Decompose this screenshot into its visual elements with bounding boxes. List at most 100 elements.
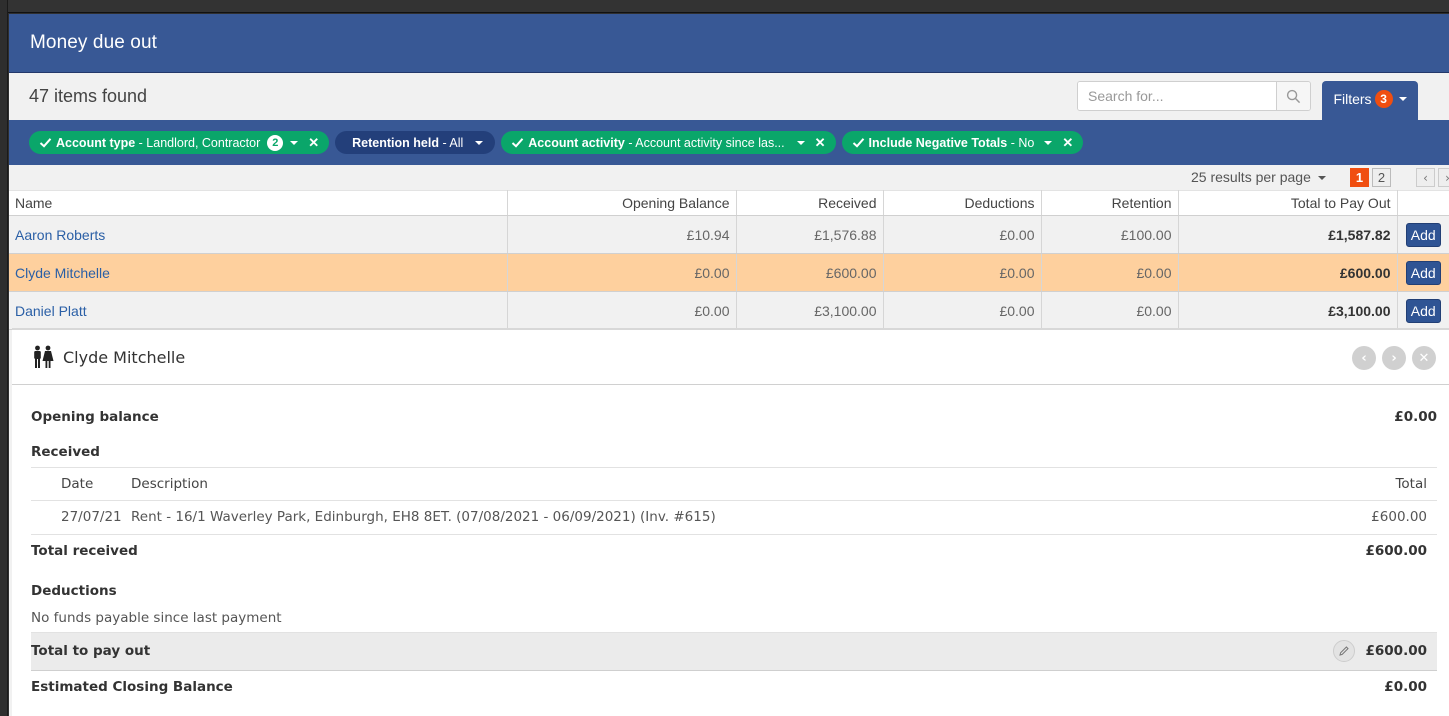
filter-chip-label: Account type — [56, 135, 136, 150]
deductions-label: Deductions — [31, 582, 117, 599]
account-name-link[interactable]: Daniel Platt — [15, 303, 87, 319]
search-icon — [1286, 89, 1301, 103]
chevron-down-icon[interactable] — [290, 140, 299, 145]
search-button[interactable] — [1276, 82, 1310, 110]
cell-total-to-pay-out: £600.00 — [1178, 253, 1398, 292]
chevron-left-icon: ‹ — [1361, 350, 1367, 366]
cell-received: £1,576.88 — [736, 215, 884, 254]
search-box — [1077, 81, 1311, 111]
received-row: 27/07/21 Rent - 16/1 Waverley Park, Edin… — [31, 500, 1437, 534]
cell-received: £600.00 — [736, 253, 884, 292]
prev-page-button[interactable]: ‹ — [1416, 168, 1435, 187]
cell-total-to-pay-out: £3,100.00 — [1178, 291, 1398, 330]
total-received-value: £600.00 — [1365, 542, 1428, 559]
received-description: Rent - 16/1 Waverley Park, Edinburgh, EH… — [131, 500, 1305, 534]
search-input[interactable] — [1078, 82, 1276, 110]
total-received-row: Total received £600.00 — [31, 533, 1437, 567]
filters-count-badge: 3 — [1374, 90, 1393, 108]
filters-button[interactable]: Filters 3 — [1322, 81, 1418, 120]
table-row-selected[interactable]: Clyde Mitchelle £0.00 £600.00 £0.00 £0.0… — [9, 253, 1449, 292]
cell-opening-balance: £0.00 — [507, 253, 737, 292]
opening-balance-row: Opening balance £0.00 — [31, 397, 1437, 437]
cell-name: Aaron Roberts — [9, 215, 508, 254]
results-per-page-dropdown[interactable]: 25 results per page — [1191, 169, 1326, 185]
filters-label: Filters — [1333, 91, 1372, 107]
remove-filter-icon[interactable]: ✕ — [308, 135, 319, 151]
add-button[interactable]: Add — [1405, 222, 1441, 247]
account-name-link[interactable]: Aaron Roberts — [15, 227, 105, 243]
add-button[interactable]: Add — [1405, 298, 1441, 323]
deductions-section-heading: Deductions — [31, 578, 1437, 604]
window-left-frame — [0, 0, 8, 716]
detail-panel-header: Clyde Mitchelle ‹ › ✕ — [12, 330, 1449, 385]
received-section-heading: Received — [31, 437, 1437, 467]
cell-deductions: £0.00 — [883, 291, 1042, 330]
cell-total-to-pay-out: £1,587.82 — [1178, 215, 1398, 254]
results-per-page-label: 25 results per page — [1191, 169, 1311, 185]
column-header-name[interactable]: Name — [9, 190, 508, 216]
cell-opening-balance: £0.00 — [507, 291, 737, 330]
column-header-opening-balance[interactable]: Opening Balance — [507, 190, 737, 216]
column-header-actions — [1397, 190, 1449, 216]
cell-opening-balance: £10.94 — [507, 215, 737, 254]
check-icon — [512, 138, 524, 148]
edit-amount-button[interactable] — [1333, 640, 1356, 662]
total-received-label: Total received — [31, 542, 138, 559]
received-col-description: Description — [131, 467, 1305, 501]
cell-name: Daniel Platt — [9, 291, 508, 330]
filter-chip-account-type[interactable]: Account type - Landlord, Contractor 2 ✕ — [29, 131, 330, 154]
table-header-row: Name Opening Balance Received Deductions… — [9, 190, 1449, 216]
table-row[interactable]: Daniel Platt £0.00 £3,100.00 £0.00 £0.00… — [9, 291, 1449, 330]
estimated-closing-label: Estimated Closing Balance — [31, 679, 233, 695]
toolbar: 47 items found Filters 3 — [9, 73, 1449, 120]
deductions-message: No funds payable since last payment — [31, 609, 282, 626]
landlord-couple-icon — [34, 345, 54, 368]
column-header-deductions[interactable]: Deductions — [883, 190, 1042, 216]
received-col-date: Date — [31, 467, 131, 501]
close-icon: ✕ — [1418, 350, 1430, 366]
filter-chip-value: - No — [1007, 135, 1035, 150]
active-filters-bar: Account type - Landlord, Contractor 2 ✕ … — [9, 120, 1449, 165]
filter-chip-count-badge: 2 — [267, 134, 284, 151]
table-row[interactable]: Aaron Roberts £10.94 £1,576.88 £0.00 £10… — [9, 215, 1449, 254]
close-panel-button[interactable]: ✕ — [1412, 346, 1436, 370]
remove-filter-icon[interactable]: ✕ — [815, 135, 826, 151]
pencil-icon — [1339, 646, 1349, 656]
next-record-button[interactable]: › — [1382, 346, 1406, 370]
filter-chip-label: Retention held — [352, 135, 439, 150]
column-header-total-to-pay-out[interactable]: Total to Pay Out — [1178, 190, 1398, 216]
total-to-pay-out-label: Total to pay out — [31, 643, 151, 659]
page-button-1[interactable]: 1 — [1350, 168, 1369, 187]
page-button-2[interactable]: 2 — [1372, 168, 1391, 187]
account-name-link[interactable]: Clyde Mitchelle — [15, 265, 110, 281]
cell-retention: £100.00 — [1041, 215, 1179, 254]
add-button[interactable]: Add — [1405, 260, 1441, 285]
received-table: Date Description Total 27/07/21 Rent - 1… — [31, 467, 1437, 534]
next-page-button[interactable]: › — [1438, 168, 1449, 187]
filter-chip-value: - All — [438, 135, 464, 150]
cell-received: £3,100.00 — [736, 291, 884, 330]
column-header-retention[interactable]: Retention — [1041, 190, 1179, 216]
received-total: £600.00 — [1304, 500, 1437, 534]
estimated-closing-balance-row: Estimated Closing Balance £0.00 — [31, 671, 1437, 704]
filter-chip-include-negative-totals[interactable]: Include Negative Totals - No ✕ — [841, 131, 1084, 154]
chevron-right-icon: › — [1445, 171, 1449, 185]
detail-account-name: Clyde Mitchelle — [63, 347, 186, 367]
chevron-down-icon[interactable] — [1044, 140, 1053, 145]
check-icon — [39, 138, 52, 148]
total-to-pay-out-value: £600.00 — [1365, 643, 1428, 659]
remove-filter-icon[interactable]: ✕ — [1062, 135, 1073, 151]
chevron-down-icon[interactable] — [475, 140, 484, 145]
previous-record-button[interactable]: ‹ — [1352, 346, 1376, 370]
items-found-count: 47 items found — [29, 86, 148, 106]
received-col-total: Total — [1304, 467, 1437, 501]
filter-chip-label: Include Negative Totals — [868, 135, 1008, 150]
filter-chip-retention-held[interactable]: Retention held - All — [335, 131, 496, 154]
money-due-out-table: Name Opening Balance Received Deductions… — [9, 190, 1449, 330]
filter-chip-account-activity[interactable]: Account activity - Account activity sinc… — [501, 131, 836, 154]
check-icon — [852, 138, 864, 148]
chevron-down-icon[interactable] — [796, 140, 805, 145]
account-detail-panel: Clyde Mitchelle ‹ › ✕ Opening balance £0… — [12, 328, 1449, 716]
column-header-received[interactable]: Received — [736, 190, 884, 216]
cell-retention: £0.00 — [1041, 291, 1179, 330]
